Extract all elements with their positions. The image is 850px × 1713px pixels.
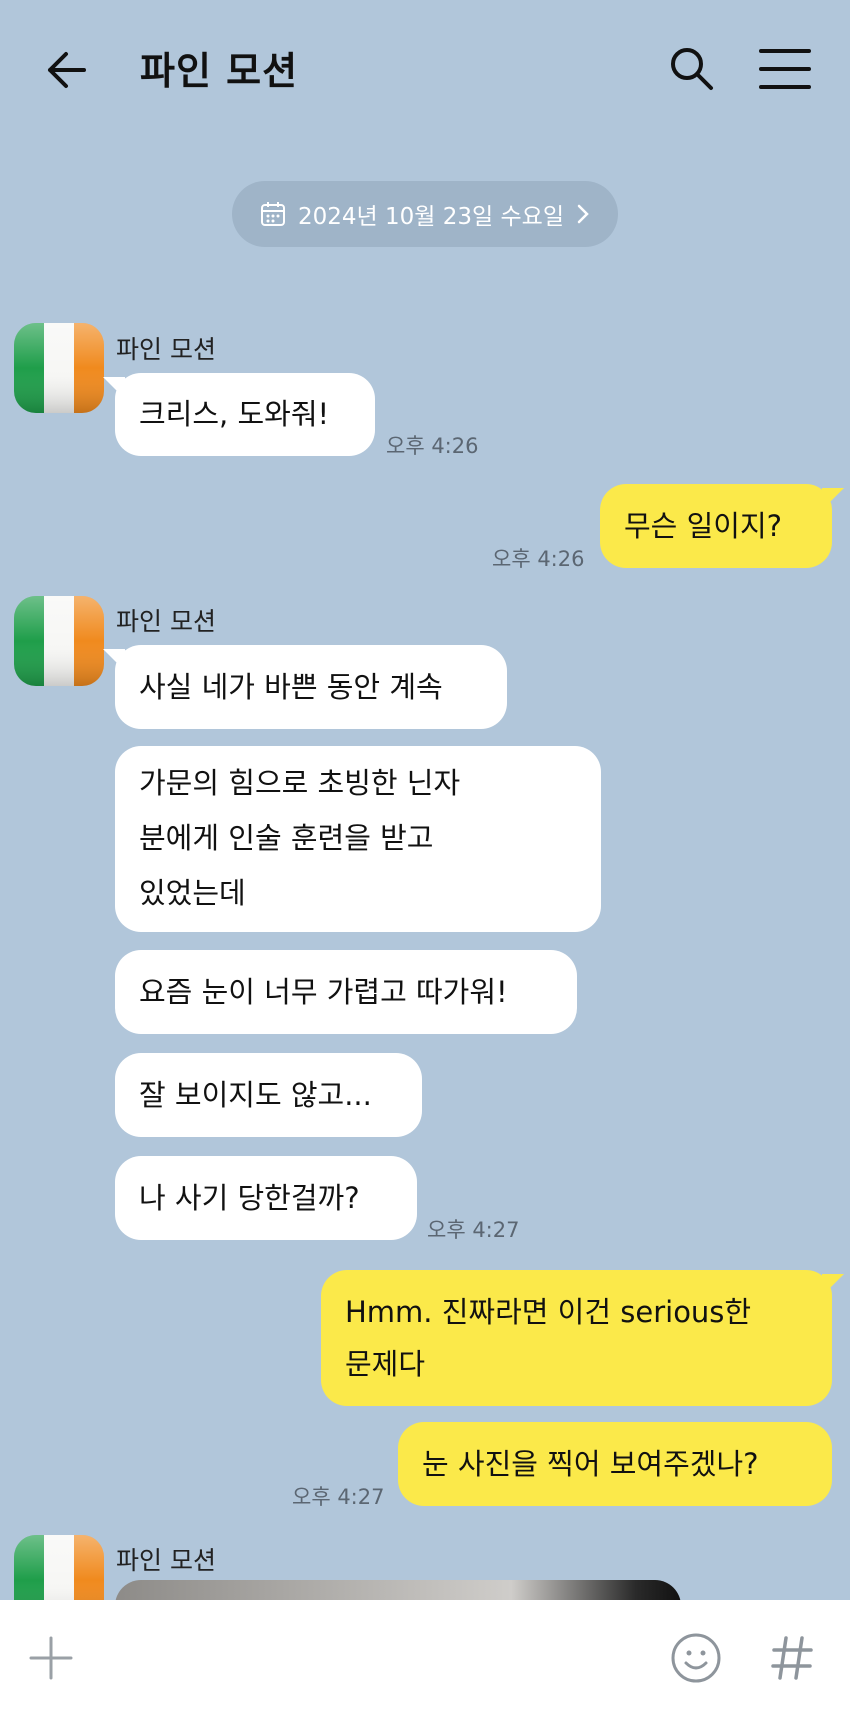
message-bubble-in[interactable]: 나 사기 당한걸까? — [115, 1156, 417, 1240]
calendar-icon — [261, 202, 286, 226]
chevron-right-icon — [577, 204, 589, 224]
message-line: Hmm. 진짜라면 이건 serious한 — [345, 1295, 752, 1329]
sender-name: 파인 모션 — [116, 1546, 216, 1575]
avatar[interactable] — [14, 596, 104, 686]
message-time: 오후 4:27 — [427, 1218, 520, 1242]
avatar[interactable] — [14, 323, 104, 413]
arrow-left-icon — [48, 52, 86, 88]
attach-button[interactable] — [28, 1635, 74, 1681]
chat-header: 파인 모션 — [0, 0, 850, 135]
emoji-button[interactable] — [670, 1632, 722, 1684]
hashtag-button[interactable] — [770, 1632, 814, 1684]
ireland-flag-avatar — [14, 323, 104, 413]
message-bubble-in[interactable]: 잘 보이지도 않고... — [115, 1053, 422, 1137]
message-time: 오후 4:27 — [292, 1485, 385, 1509]
message-line: 있었는데 — [139, 876, 246, 910]
message-line: 분에게 인술 훈련을 받고 — [139, 821, 434, 855]
search-button[interactable] — [665, 42, 719, 96]
hamburger-menu-icon — [759, 49, 811, 89]
date-label: 2024년 10월 23일 수요일 — [298, 204, 564, 230]
date-divider[interactable]: 2024년 10월 23일 수요일 — [232, 181, 618, 247]
plus-icon — [29, 1636, 73, 1680]
message-bubble-out[interactable]: 무슨 일이지? — [600, 484, 844, 568]
message-bubble-in[interactable]: 가문의 힘으로 초빙한 닌자 분에게 인술 훈련을 받고 있었는데 — [115, 746, 601, 932]
input-bar — [0, 1600, 850, 1713]
message-time: 오후 4:26 — [386, 434, 479, 458]
message-bubble-out[interactable]: Hmm. 진짜라면 이건 serious한 문제다 — [321, 1270, 844, 1406]
chat-title: 파인 모션 — [140, 49, 299, 93]
emoji-icon — [671, 1633, 721, 1683]
message-time: 오후 4:26 — [492, 547, 585, 571]
message-bubble-in[interactable]: 크리스, 도와줘! — [103, 373, 375, 456]
menu-button[interactable] — [757, 44, 813, 94]
message-line: 문제다 — [345, 1347, 426, 1381]
back-button[interactable] — [40, 42, 96, 98]
ireland-flag-avatar — [14, 596, 104, 686]
message-bubble-in[interactable]: 사실 네가 바쁜 동안 계속 — [103, 645, 507, 729]
sender-name: 파인 모션 — [116, 607, 216, 636]
message-bubble-in[interactable]: 요즘 눈이 너무 가렵고 따가워! — [115, 950, 577, 1034]
sender-name: 파인 모션 — [116, 335, 216, 364]
search-icon — [671, 48, 713, 90]
message-bubble-out[interactable]: 눈 사진을 찍어 보여주겠나? — [398, 1422, 832, 1506]
hashtag-icon — [771, 1636, 813, 1680]
message-line: 가문의 힘으로 초빙한 닌자 — [139, 766, 461, 800]
